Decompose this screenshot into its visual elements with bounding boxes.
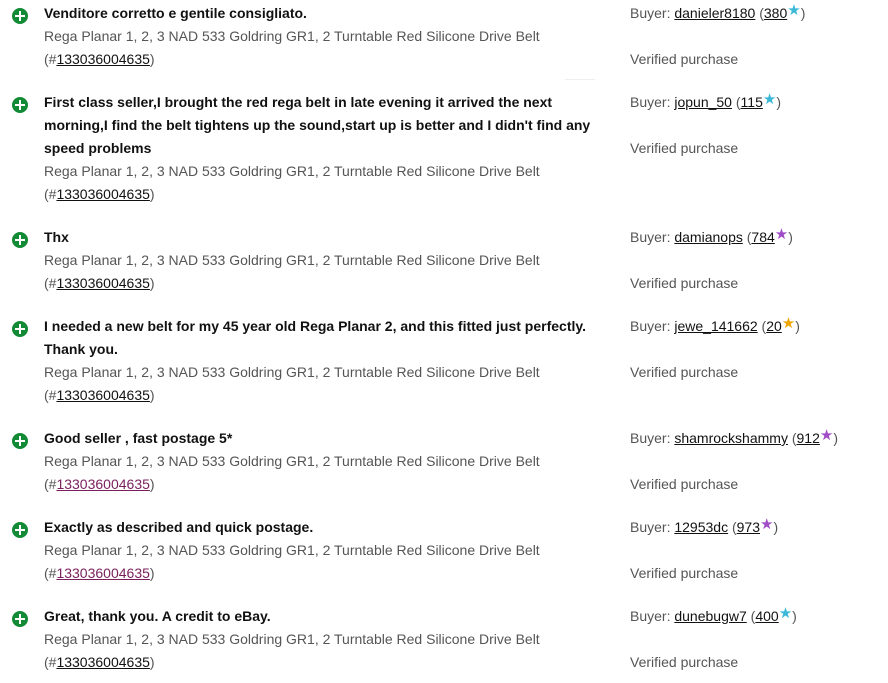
star-icon: ★ bbox=[762, 91, 777, 108]
buyer-label: Buyer: bbox=[630, 608, 671, 624]
item-number-link[interactable]: 133036004635 bbox=[56, 51, 149, 67]
buyer-name-link[interactable]: danieler8180 bbox=[674, 5, 755, 21]
buyer-name-link[interactable]: shamrockshammy bbox=[674, 430, 788, 446]
positive-feedback-icon bbox=[12, 522, 28, 538]
feedback-comment: Venditore corretto e gentile consigliato… bbox=[44, 5, 307, 21]
feedback-text: I needed a new belt for my 45 year old R… bbox=[44, 315, 604, 407]
feedback-row: Exactly as described and quick postage. … bbox=[0, 516, 888, 585]
feedback-text: Venditore corretto e gentile consigliato… bbox=[44, 2, 604, 71]
feedback-text: Great, thank you. A credit to eBay. Rega… bbox=[44, 605, 604, 674]
item-title: Rega Planar 1, 2, 3 NAD 533 Goldring GR1… bbox=[44, 453, 540, 492]
positive-feedback-icon bbox=[12, 321, 28, 337]
positive-feedback-icon bbox=[12, 611, 28, 627]
item-number-link[interactable]: 133036004635 bbox=[56, 476, 149, 492]
buyer-label: Buyer: bbox=[630, 94, 671, 110]
item-title: Rega Planar 1, 2, 3 NAD 533 Goldring GR1… bbox=[44, 542, 540, 581]
star-icon: ★ bbox=[778, 605, 793, 622]
item-title: Rega Planar 1, 2, 3 NAD 533 Goldring GR1… bbox=[44, 631, 540, 670]
star-icon: ★ bbox=[774, 226, 789, 243]
item-number-link[interactable]: 133036004635 bbox=[56, 186, 149, 202]
buyer-score-link[interactable]: 784★ bbox=[751, 226, 788, 245]
feedback-row: Good seller , fast postage 5* Rega Plana… bbox=[0, 427, 888, 496]
star-icon: ★ bbox=[781, 315, 796, 332]
buyer-label: Buyer: bbox=[630, 430, 671, 446]
feedback-comment: First class seller,I brought the red reg… bbox=[44, 94, 591, 156]
feedback-row: First class seller,I brought the red reg… bbox=[0, 91, 888, 206]
verified-purchase-label: Verified purchase bbox=[630, 565, 739, 581]
buyer-score-link[interactable]: 20★ bbox=[766, 315, 795, 334]
positive-feedback-icon bbox=[12, 8, 28, 24]
buyer-score-link[interactable]: 380★ bbox=[764, 2, 801, 21]
buyer-name-link[interactable]: jewe_141662 bbox=[674, 318, 757, 334]
feedback-comment: Thx bbox=[44, 229, 69, 245]
buyer-name-link[interactable]: dunebugw7 bbox=[674, 608, 746, 624]
buyer-name-link[interactable]: jopun_50 bbox=[674, 94, 732, 110]
buyer-info: Buyer: 12953dc (973★) Verified purchase bbox=[630, 516, 778, 585]
buyer-label: Buyer: bbox=[630, 5, 671, 21]
verified-purchase-label: Verified purchase bbox=[630, 654, 739, 670]
verified-purchase-label: Verified purchase bbox=[630, 140, 739, 156]
star-icon: ★ bbox=[787, 2, 801, 19]
buyer-info: Buyer: danieler8180 (380★) Verified purc… bbox=[630, 2, 805, 71]
buyer-info: Buyer: jewe_141662 (20★) Verified purcha… bbox=[630, 315, 800, 407]
positive-feedback-icon bbox=[12, 433, 28, 449]
feedback-text: Thx Rega Planar 1, 2, 3 NAD 533 Goldring… bbox=[44, 226, 604, 295]
item-number-link[interactable]: 133036004635 bbox=[56, 565, 149, 581]
feedback-comment: Exactly as described and quick postage. bbox=[44, 519, 314, 535]
buyer-info: Buyer: jopun_50 (115★) Verified purchase bbox=[630, 91, 781, 206]
buyer-info: Buyer: shamrockshammy (912★) Verified pu… bbox=[630, 427, 838, 496]
feedback-comment: Good seller , fast postage 5* bbox=[44, 430, 233, 446]
buyer-score-link[interactable]: 115★ bbox=[741, 91, 777, 110]
feedback-row: Thx Rega Planar 1, 2, 3 NAD 533 Goldring… bbox=[0, 226, 888, 295]
divider bbox=[565, 79, 595, 80]
star-icon: ★ bbox=[760, 516, 774, 533]
buyer-score-link[interactable]: 400★ bbox=[755, 605, 792, 624]
feedback-text: Exactly as described and quick postage. … bbox=[44, 516, 604, 585]
buyer-label: Buyer: bbox=[630, 229, 671, 245]
feedback-row: I needed a new belt for my 45 year old R… bbox=[0, 315, 888, 407]
item-title: Rega Planar 1, 2, 3 NAD 533 Goldring GR1… bbox=[44, 364, 540, 403]
buyer-name-link[interactable]: damianops bbox=[674, 229, 743, 245]
verified-purchase-label: Verified purchase bbox=[630, 476, 739, 492]
buyer-info: Buyer: damianops (784★) Verified purchas… bbox=[630, 226, 793, 295]
buyer-score-link[interactable]: 912★ bbox=[797, 427, 834, 446]
item-title: Rega Planar 1, 2, 3 NAD 533 Goldring GR1… bbox=[44, 28, 540, 67]
feedback-comment: Great, thank you. A credit to eBay. bbox=[44, 608, 271, 624]
verified-purchase-label: Verified purchase bbox=[630, 364, 739, 380]
buyer-name-link[interactable]: 12953dc bbox=[674, 519, 728, 535]
feedback-comment: I needed a new belt for my 45 year old R… bbox=[44, 318, 587, 357]
item-number-link[interactable]: 133036004635 bbox=[56, 654, 149, 670]
buyer-label: Buyer: bbox=[630, 519, 671, 535]
feedback-row: Great, thank you. A credit to eBay. Rega… bbox=[0, 605, 888, 674]
positive-feedback-icon bbox=[12, 232, 28, 248]
positive-feedback-icon bbox=[12, 97, 28, 113]
buyer-label: Buyer: bbox=[630, 318, 671, 334]
verified-purchase-label: Verified purchase bbox=[630, 51, 739, 67]
item-number-link[interactable]: 133036004635 bbox=[56, 387, 149, 403]
feedback-text: Good seller , fast postage 5* Rega Plana… bbox=[44, 427, 604, 496]
item-number-link[interactable]: 133036004635 bbox=[56, 275, 149, 291]
item-title: Rega Planar 1, 2, 3 NAD 533 Goldring GR1… bbox=[44, 163, 540, 202]
item-title: Rega Planar 1, 2, 3 NAD 533 Goldring GR1… bbox=[44, 252, 540, 291]
verified-purchase-label: Verified purchase bbox=[630, 275, 739, 291]
feedback-row: Venditore corretto e gentile consigliato… bbox=[0, 2, 888, 71]
buyer-score-link[interactable]: 973★ bbox=[737, 516, 774, 535]
feedback-text: First class seller,I brought the red reg… bbox=[44, 91, 604, 206]
feedback-list: Venditore corretto e gentile consigliato… bbox=[0, 0, 888, 670]
star-icon: ★ bbox=[819, 427, 834, 444]
buyer-info: Buyer: dunebugw7 (400★) Verified purchas… bbox=[630, 605, 797, 674]
